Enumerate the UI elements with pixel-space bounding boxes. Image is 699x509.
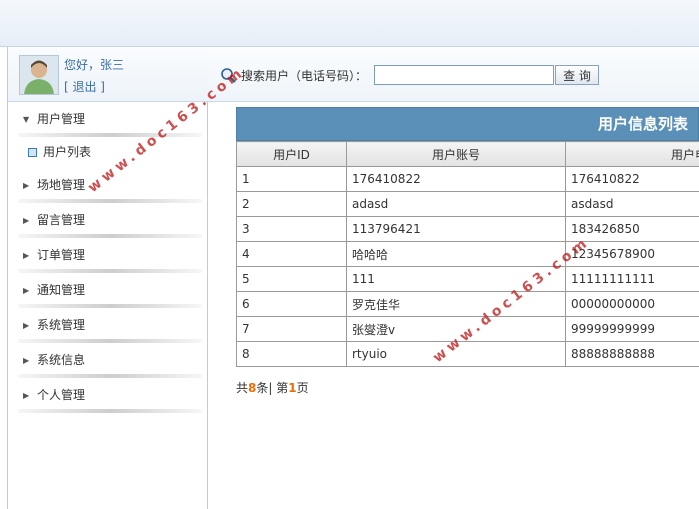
pager-suffix: 页 xyxy=(296,381,309,395)
sidebar-item-label: 通知管理 xyxy=(37,283,86,297)
table-row: 3 113796421 183426850 xyxy=(236,216,699,242)
caret-right-icon: ▶ xyxy=(23,321,30,330)
user-greeting: 您好，张三 xyxy=(64,58,125,72)
table-row: 6 罗克佳华 00000000000 xyxy=(236,291,699,317)
cell-id: 5 xyxy=(236,266,347,292)
cell-id: 3 xyxy=(236,216,347,242)
cell-account: 176410822 xyxy=(346,166,566,192)
cell-id: 8 xyxy=(236,341,347,367)
main-content: 搜索用户（电话号码）： 查 询 用户信息列表 用户ID 用户账号 用户电话号 1… xyxy=(207,47,699,509)
phone-search-input[interactable] xyxy=(374,65,554,85)
sidebar-item-order-mgmt[interactable]: ▶ 订单管理 xyxy=(8,238,207,273)
caret-right-icon: ▶ xyxy=(23,391,30,400)
sidebar-item-label: 场地管理 xyxy=(37,178,86,192)
sidebar-item-label: 用户管理 xyxy=(37,112,86,126)
cell-id: 7 xyxy=(236,316,347,342)
sidebar: 您好，张三 [ 退出 ] ▼ 用户管理 用户列表 ▶ 场地管理 ▶ 留言管理 ▶… xyxy=(7,47,208,509)
sidebar-item-label: 留言管理 xyxy=(37,213,86,227)
sidebar-item-venue-mgmt[interactable]: ▶ 场地管理 xyxy=(8,168,207,203)
caret-right-icon: ▶ xyxy=(23,251,30,260)
sidebar-subitem-user-list[interactable]: 用户列表 xyxy=(8,137,207,168)
search-bar: 搜索用户（电话号码）： 查 询 xyxy=(207,47,699,102)
sidebar-item-label: 系统信息 xyxy=(37,353,86,367)
caret-right-icon: ▶ xyxy=(23,216,30,225)
table-row: 2 adasd asdasd xyxy=(236,191,699,217)
cell-id: 1 xyxy=(236,166,347,192)
cell-phone: 183426850 xyxy=(565,216,699,242)
cell-account: adasd xyxy=(346,191,566,217)
user-panel: 您好，张三 [ 退出 ] xyxy=(8,47,207,102)
cell-phone: asdasd xyxy=(565,191,699,217)
table-row: 8 rtyuio 88888888888 xyxy=(236,341,699,367)
logout-link[interactable]: [ 退出 ] xyxy=(64,78,105,95)
table-title: 用户信息列表 xyxy=(236,107,699,141)
cell-account: 罗克佳华 xyxy=(346,291,566,317)
search-button[interactable]: 查 询 xyxy=(555,65,599,85)
sidebar-menu: ▼ 用户管理 用户列表 ▶ 场地管理 ▶ 留言管理 ▶ 订单管理 ▶ 通知管理 … xyxy=(8,102,207,413)
cell-phone: 88888888888 xyxy=(565,341,699,367)
cell-phone: 12345678900 xyxy=(565,241,699,267)
pager-mid: 条| 第 xyxy=(256,381,289,395)
sidebar-item-notice-mgmt[interactable]: ▶ 通知管理 xyxy=(8,273,207,308)
cell-account: rtyuio xyxy=(346,341,566,367)
cell-phone: 99999999999 xyxy=(565,316,699,342)
table-row: 4 哈哈哈 12345678900 xyxy=(236,241,699,267)
pagination-info: 共8条| 第1页 xyxy=(236,379,309,396)
table-row: 7 张燮澄v 99999999999 xyxy=(236,316,699,342)
cell-account: 113796421 xyxy=(346,216,566,242)
top-banner xyxy=(0,0,699,47)
caret-right-icon: ▶ xyxy=(23,286,30,295)
sidebar-item-message-mgmt[interactable]: ▶ 留言管理 xyxy=(8,203,207,238)
sidebar-item-system-mgmt[interactable]: ▶ 系统管理 xyxy=(8,308,207,343)
square-bullet-icon xyxy=(28,148,37,157)
cell-phone: 11111111111 xyxy=(565,266,699,292)
cell-phone: 00000000000 xyxy=(565,291,699,317)
column-header-account: 用户账号 xyxy=(346,141,566,167)
user-table: 用户ID 用户账号 用户电话号 11764108221764108222adas… xyxy=(236,141,699,367)
user-avatar xyxy=(19,55,59,95)
sidebar-item-personal-mgmt[interactable]: ▶ 个人管理 xyxy=(8,378,207,413)
sidebar-item-label: 订单管理 xyxy=(37,248,86,262)
table-row: 5 111 11111111111 xyxy=(236,266,699,292)
pager-page: 1 xyxy=(288,381,297,395)
sidebar-item-system-info[interactable]: ▶ 系统信息 xyxy=(8,343,207,378)
magnifier-icon xyxy=(221,68,236,83)
cell-id: 6 xyxy=(236,291,347,317)
caret-down-icon: ▼ xyxy=(23,115,30,124)
cell-id: 2 xyxy=(236,191,347,217)
search-label: 搜索用户（电话号码）： xyxy=(241,69,368,83)
caret-right-icon: ▶ xyxy=(23,181,30,190)
cell-phone: 176410822 xyxy=(565,166,699,192)
sidebar-item-label: 系统管理 xyxy=(37,318,86,332)
sidebar-item-user-mgmt[interactable]: ▼ 用户管理 xyxy=(8,102,207,137)
sidebar-subitem-label: 用户列表 xyxy=(43,145,92,159)
sidebar-item-label: 个人管理 xyxy=(37,388,86,402)
table-header-row: 用户ID 用户账号 用户电话号 xyxy=(236,141,699,167)
cell-account: 张燮澄v xyxy=(346,316,566,342)
pager-prefix: 共 xyxy=(236,381,249,395)
user-table-panel: 用户信息列表 用户ID 用户账号 用户电话号 11764108221764108… xyxy=(236,107,699,367)
cell-id: 4 xyxy=(236,241,347,267)
table-row: 1 176410822 176410822 xyxy=(236,166,699,192)
caret-right-icon: ▶ xyxy=(23,356,30,365)
column-header-phone: 用户电话号 xyxy=(565,141,699,167)
cell-account: 111 xyxy=(346,266,566,292)
cell-account: 哈哈哈 xyxy=(346,241,566,267)
column-header-id: 用户ID xyxy=(236,141,347,167)
